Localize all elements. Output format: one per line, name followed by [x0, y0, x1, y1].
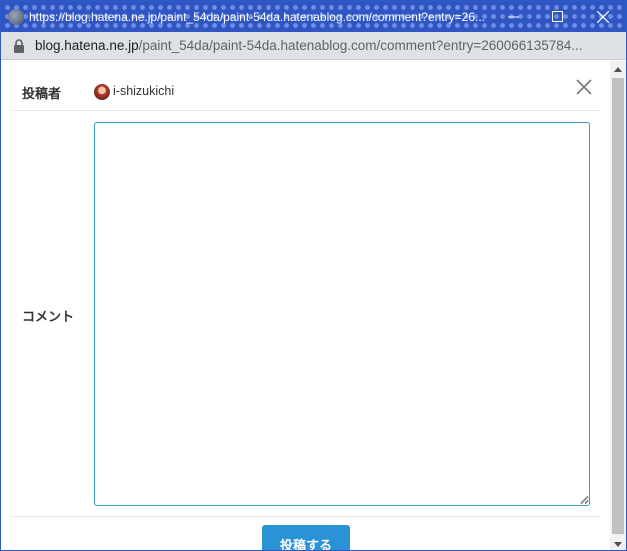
window-close-button[interactable]	[580, 1, 626, 32]
arrow-up-icon	[614, 66, 622, 72]
arrow-down-icon	[614, 541, 622, 547]
window-title: https://blog.hatena.ne.jp/paint_54da/pai…	[29, 9, 485, 24]
lock-icon	[14, 38, 24, 53]
comment-textarea[interactable]	[94, 122, 590, 506]
close-icon	[597, 10, 609, 23]
vertical-scrollbar[interactable]	[610, 61, 626, 550]
author-row: 投稿者 i-shizukichi	[12, 61, 600, 111]
comment-row: コメント	[12, 112, 600, 517]
scroll-down-button[interactable]	[610, 536, 626, 550]
dialog-close-button[interactable]	[574, 77, 594, 97]
title-bar[interactable]: https://blog.hatena.ne.jp/paint_54da/pai…	[1, 1, 626, 32]
scroll-thumb[interactable]	[612, 78, 624, 534]
address-bar: blog.hatena.ne.jp/paint_54da/paint-54da.…	[1, 32, 626, 60]
maximize-button[interactable]	[534, 1, 580, 32]
minimize-icon	[507, 16, 519, 18]
page-favicon-icon	[8, 8, 24, 25]
author-name: i-shizukichi	[113, 84, 175, 98]
url-path: /paint_54da/paint-54da.hatenablog.com/co…	[138, 38, 583, 53]
browser-popup-window: https://blog.hatena.ne.jp/paint_54da/pai…	[0, 0, 627, 551]
comment-label: コメント	[22, 310, 75, 325]
url-text[interactable]: blog.hatena.ne.jp/paint_54da/paint-54da.…	[35, 38, 625, 53]
minimize-button[interactable]	[490, 1, 536, 32]
maximize-icon	[551, 11, 563, 22]
url-host: blog.hatena.ne.jp	[35, 38, 139, 53]
close-x-icon	[576, 79, 592, 95]
comment-form: 投稿者 i-shizukichi コメント 投稿する	[1, 61, 610, 550]
avatar	[94, 84, 110, 100]
scroll-up-button[interactable]	[610, 61, 626, 77]
author-label: 投稿者	[22, 87, 62, 102]
submit-comment-button[interactable]: 投稿する	[262, 525, 350, 550]
